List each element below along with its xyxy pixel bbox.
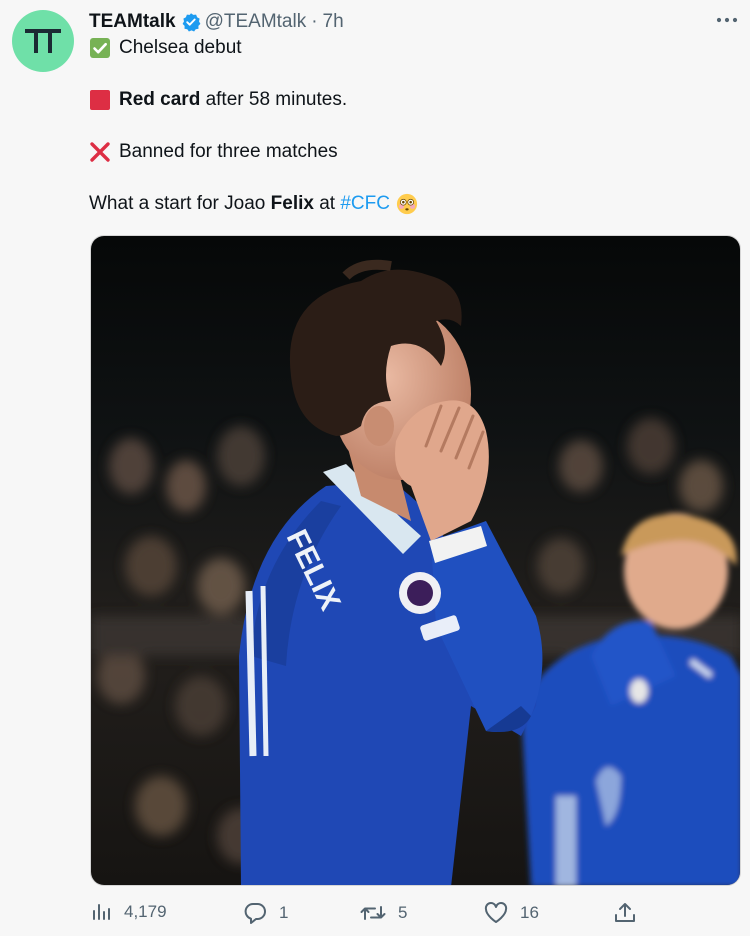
player-name: Felix — [270, 193, 314, 214]
red-square-icon — [89, 89, 111, 111]
author-handle[interactable]: @TEAMtalk — [205, 11, 307, 33]
separator-dot: · — [311, 11, 318, 32]
reply-icon — [244, 903, 266, 924]
author-name[interactable]: TEAMtalk — [89, 11, 176, 33]
line-4-pre: What a start for Joao — [89, 193, 271, 214]
retweet-count: 5 — [398, 903, 408, 922]
views-count: 4,179 — [124, 902, 167, 921]
reply-action[interactable]: 1 — [243, 902, 288, 924]
timestamp[interactable]: 7h — [323, 11, 344, 33]
retweet-action[interactable]: 5 — [360, 902, 407, 924]
avatar[interactable] — [12, 10, 74, 72]
check-mark-button-icon — [89, 37, 111, 59]
like-count: 16 — [520, 903, 539, 922]
share-action[interactable] — [614, 902, 636, 924]
tweet-photo[interactable]: FELIX — [90, 235, 741, 886]
line-4-mid: at — [313, 193, 341, 214]
tweet-line-2: Red card after 58 minutes. — [89, 89, 347, 111]
flushed-face-icon — [396, 193, 418, 215]
line-3-text: Banned for three matches — [119, 141, 338, 162]
tweet-line-4: What a start for Joao Felix at #CFC — [89, 193, 418, 215]
views-action[interactable]: 4,179 — [92, 902, 167, 922]
line-2-rest: after 58 minutes. — [200, 89, 348, 110]
reply-count: 1 — [279, 903, 289, 922]
like-action[interactable]: 16 — [484, 902, 539, 924]
share-icon — [615, 903, 635, 922]
views-icon — [93, 904, 110, 920]
line-1-text: Chelsea debut — [119, 37, 242, 58]
player-photo-illustration: FELIX — [91, 236, 740, 885]
red-card-text: Red card — [119, 89, 201, 110]
cross-mark-icon — [89, 141, 111, 163]
retweet-icon — [360, 906, 386, 920]
tweet-line-3: Banned for three matches — [89, 141, 338, 163]
tweet-line-1: Chelsea debut — [89, 37, 242, 59]
tweet-actions: 4,179 1 5 16 — [0, 902, 750, 930]
verified-badge-icon — [181, 12, 201, 32]
hashtag-link[interactable]: #CFC — [340, 193, 390, 215]
teamtalk-logo — [25, 29, 61, 53]
heart-icon — [484, 902, 508, 923]
more-options-icon[interactable] — [712, 8, 742, 32]
tweet-header: TEAMtalk @TEAMtalk · 7h — [89, 10, 344, 34]
